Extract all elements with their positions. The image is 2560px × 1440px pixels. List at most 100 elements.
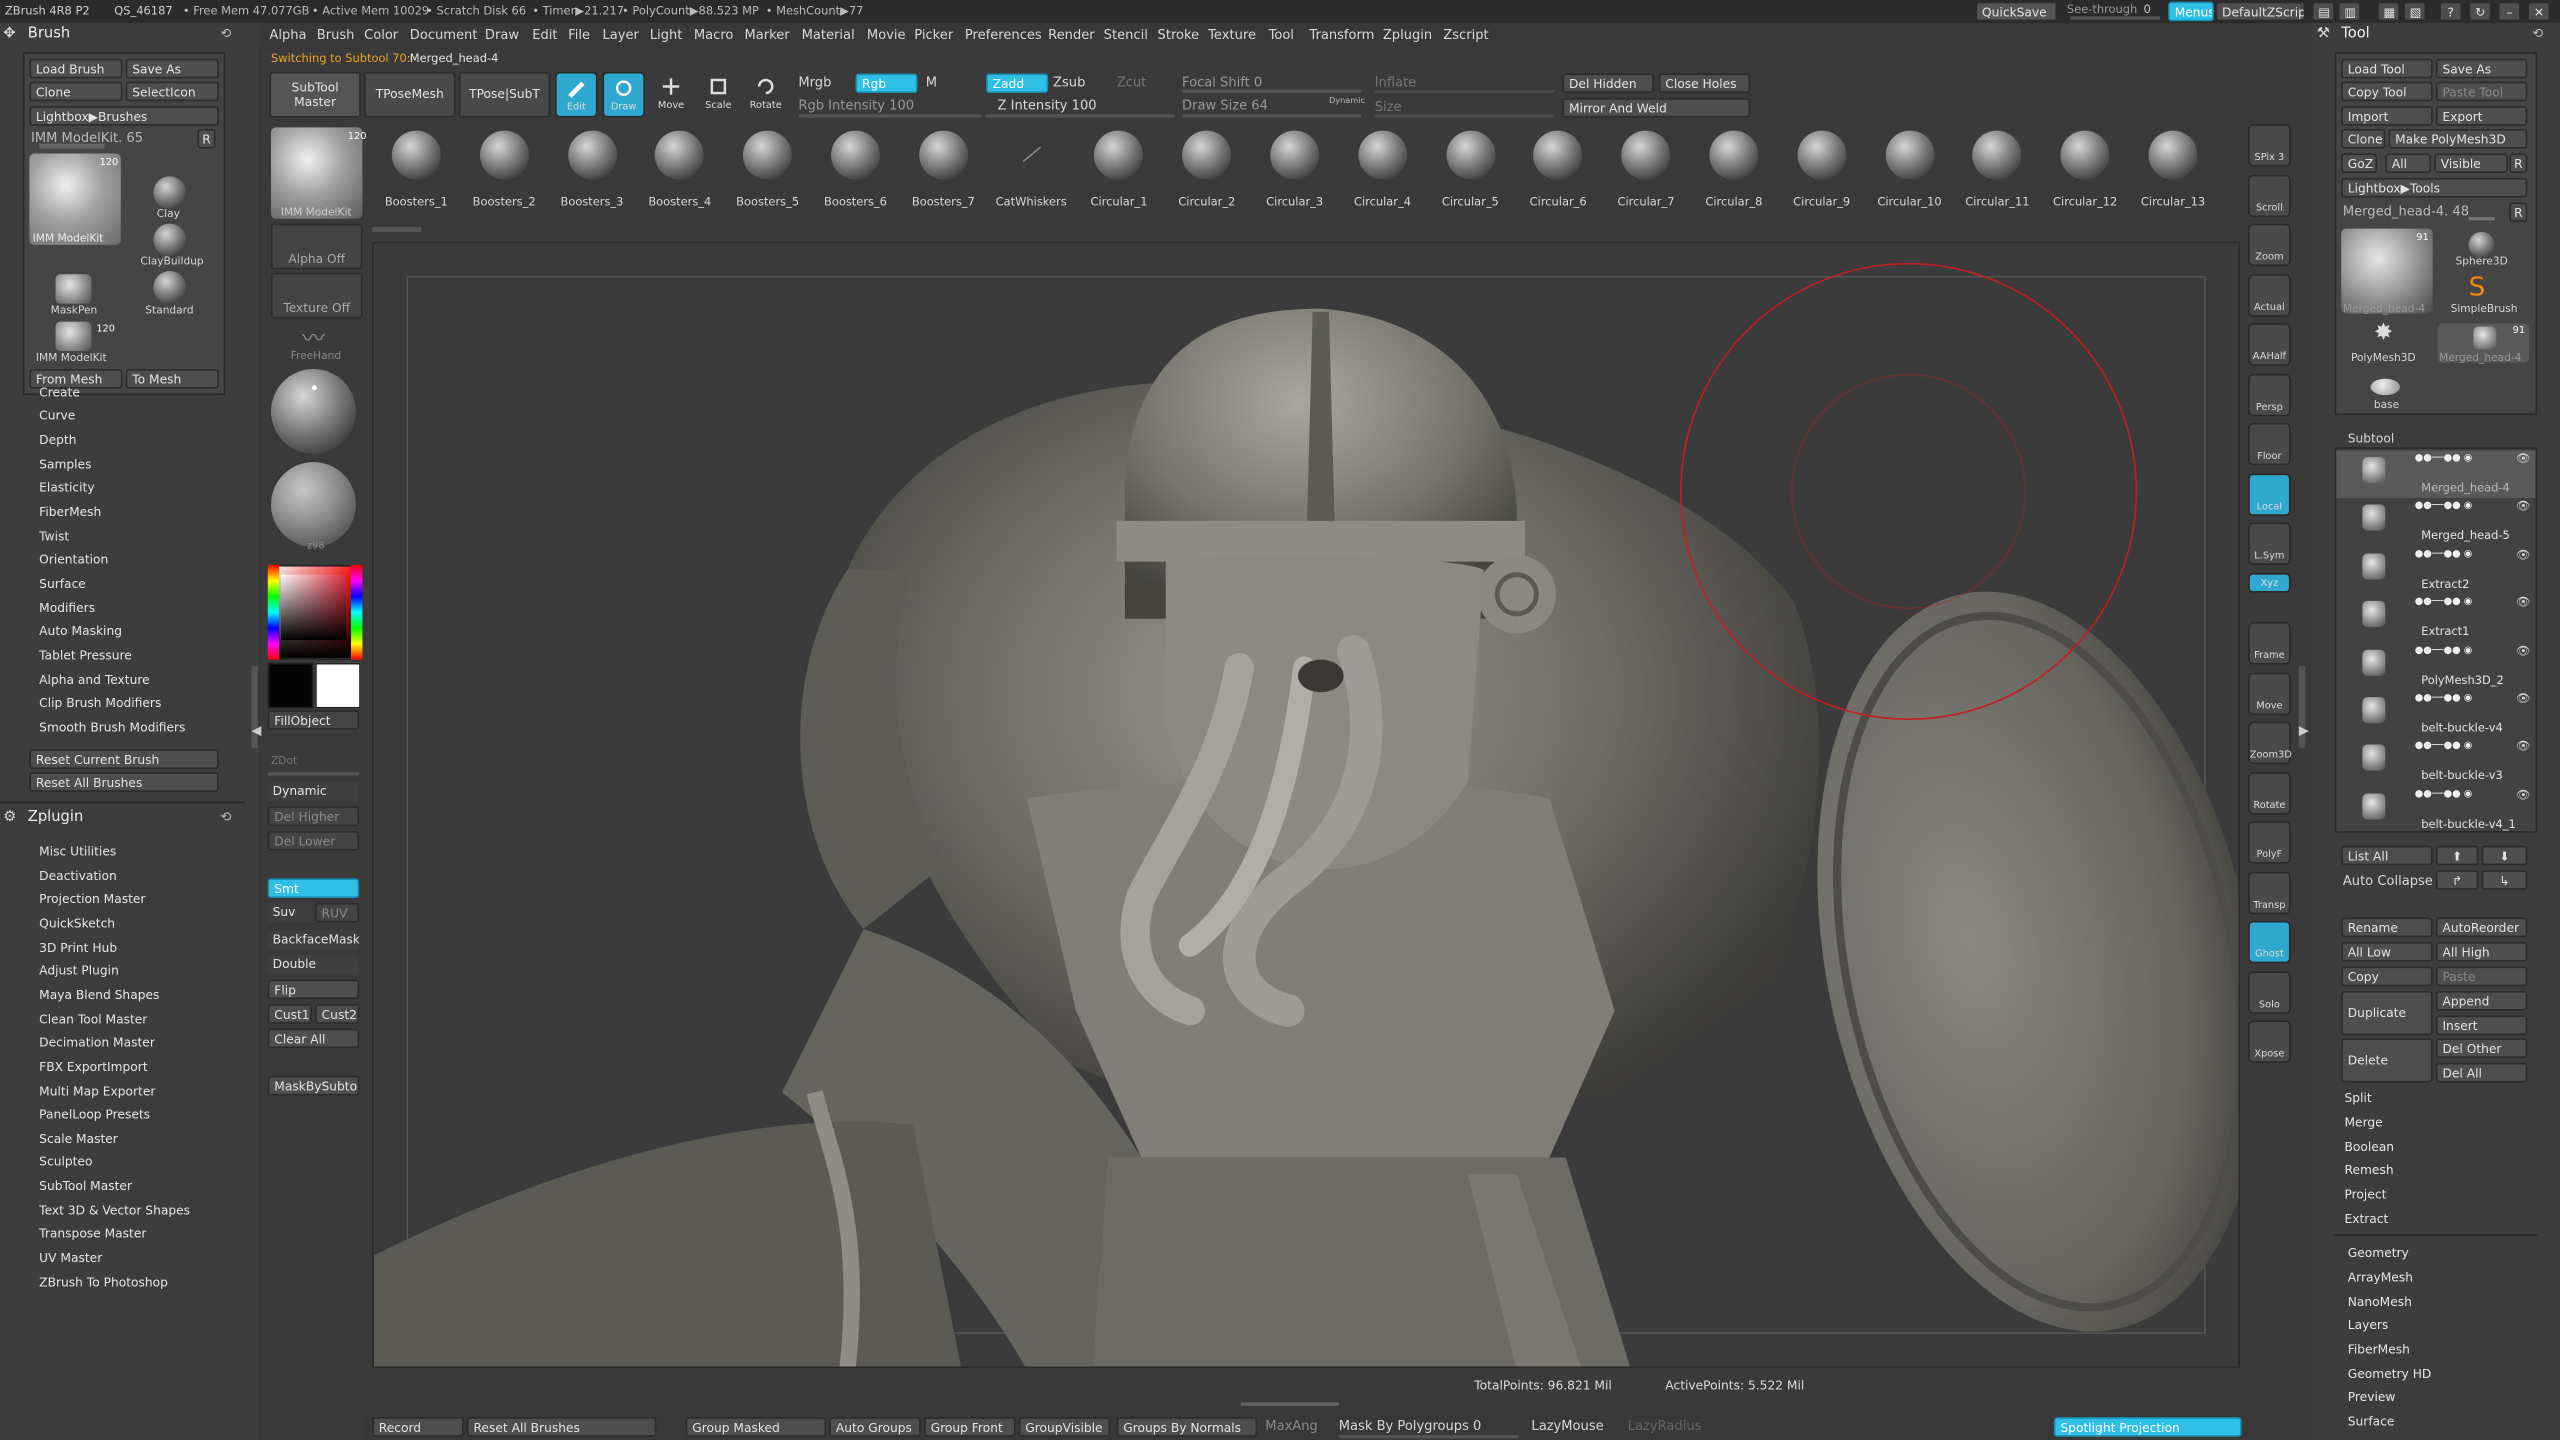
brush-catwhiskers-icon[interactable]	[1021, 146, 1041, 163]
autoreorder-button[interactable]: AutoReorder	[2435, 917, 2528, 938]
lazymouse-toggle[interactable]: LazyMouse	[1531, 1419, 1603, 1434]
clay-brush-icon[interactable]	[153, 176, 187, 209]
geometry-section[interactable]: Geometry	[2348, 1246, 2409, 1261]
section-modifiers[interactable]: Modifiers	[39, 601, 95, 616]
mirror-weld-button[interactable]: Mirror And Weld	[1562, 97, 1751, 118]
brush-circular-2-icon[interactable]	[1182, 130, 1232, 180]
plugin-text-3d-vector-shapes[interactable]: Text 3D & Vector Shapes	[39, 1203, 190, 1218]
view-solo-button[interactable]: Solo	[2248, 970, 2291, 1014]
del-hidden-button[interactable]: Del Hidden	[1562, 73, 1654, 94]
secondary-color-swatch[interactable]	[315, 662, 361, 709]
group-front-button[interactable]: Group Front	[924, 1417, 1016, 1437]
menu-file[interactable]: File	[568, 28, 590, 43]
view-zoom3d-button[interactable]: Zoom3D	[2248, 721, 2292, 765]
list-all-button[interactable]: List All	[2341, 845, 2433, 866]
viewport-canvas[interactable]	[372, 241, 2240, 1369]
make-polymesh-button[interactable]: Make PolyMesh3D	[2388, 128, 2528, 149]
imm-slider[interactable]	[39, 143, 105, 149]
menu-document[interactable]: Document	[410, 28, 478, 43]
bottom-shelf-scroll[interactable]	[1240, 1402, 1339, 1406]
hue-strip-right[interactable]	[351, 564, 363, 660]
eye-icon[interactable]: 👁	[2516, 644, 2531, 657]
menu-macro[interactable]: Macro	[694, 28, 734, 43]
subtool-row[interactable]: ●●──●● ◉ belt-buckle-v4_1 👁	[2336, 787, 2535, 834]
plugin-zbrush-to-photoshop[interactable]: ZBrush To Photoshop	[39, 1275, 168, 1290]
sv-square[interactable]	[280, 574, 347, 640]
menu-movie[interactable]: Movie	[867, 28, 906, 43]
brush-boosters-4-icon[interactable]	[655, 130, 705, 180]
subtool-toggle-icons[interactable]: ●●──●● ◉	[2415, 644, 2473, 655]
view-l-sym-button[interactable]: L.Sym	[2248, 522, 2291, 565]
backface-mask-button[interactable]: BackfaceMask	[267, 930, 360, 951]
zplugin-pin-icon[interactable]: ⟲	[220, 810, 231, 825]
z-intensity-track[interactable]	[986, 114, 1174, 118]
view-rotate-button[interactable]: Rotate	[2248, 771, 2291, 814]
section-twist[interactable]: Twist	[39, 529, 69, 544]
seethrough-slider[interactable]	[2070, 16, 2160, 20]
eye-icon[interactable]: 👁	[2516, 692, 2531, 705]
mask-by-subtool-button[interactable]: MaskBySubtool	[267, 1075, 360, 1096]
draw-size-track[interactable]	[1182, 114, 1362, 118]
tposemesh-button[interactable]: TPoseMesh	[364, 71, 456, 118]
view-xyz-button[interactable]: Xyz	[2248, 572, 2291, 592]
section-clip-brush-modifiers[interactable]: Clip Brush Modifiers	[39, 696, 161, 711]
plugin-deactivation[interactable]: Deactivation	[39, 868, 117, 883]
menu-light[interactable]: Light	[650, 28, 683, 43]
visible-button[interactable]: Visible	[2434, 153, 2508, 174]
menus-button[interactable]: Menus	[2168, 1, 2214, 22]
eye-icon[interactable]: 👁	[2516, 740, 2531, 753]
brush-boosters-1-icon[interactable]	[391, 130, 441, 180]
plugin-subtool-master[interactable]: SubTool Master	[39, 1179, 132, 1194]
plugin-fbx-exportimport[interactable]: FBX ExportImport	[39, 1059, 147, 1074]
section-depth[interactable]: Depth	[39, 433, 76, 448]
brush-circular-9-icon[interactable]	[1797, 130, 1847, 180]
paste-button[interactable]: Paste	[2435, 966, 2528, 987]
zplugin-panel-title[interactable]: Zplugin	[28, 810, 84, 826]
export-button[interactable]: Export	[2435, 106, 2528, 126]
menu-layer[interactable]: Layer	[602, 28, 638, 43]
matcap-sphere[interactable]	[271, 462, 356, 547]
focal-shift-slider[interactable]: Focal Shift 0	[1182, 75, 1262, 90]
auto-groups-button[interactable]: Auto Groups	[829, 1417, 921, 1437]
tool-r2-button[interactable]: R	[2509, 202, 2528, 223]
menu-zplugin[interactable]: Zplugin	[1383, 28, 1432, 43]
standard-brush-icon[interactable]	[153, 271, 187, 304]
menu-brush[interactable]: Brush	[317, 28, 355, 43]
brush-circular-7-icon[interactable]	[1621, 130, 1671, 180]
eye-icon[interactable]: 👁	[2516, 788, 2531, 801]
plugin-panelloop-presets[interactable]: PanelLoop Presets	[39, 1107, 150, 1122]
brush-circular-6-icon[interactable]	[1533, 130, 1583, 180]
menu-material[interactable]: Material	[802, 28, 855, 43]
record-button[interactable]: Record	[372, 1417, 464, 1437]
arrow-down-right-icon[interactable]: ↳	[2481, 870, 2528, 890]
brush-circular-8-icon[interactable]	[1709, 130, 1759, 180]
menu-edit[interactable]: Edit	[532, 28, 557, 43]
section-alpha-texture[interactable]: Alpha and Texture	[39, 673, 149, 688]
subtool-toggle-icons[interactable]: ●●──●● ◉	[2415, 740, 2473, 751]
all-low-button[interactable]: All Low	[2341, 942, 2433, 962]
layout4-icon[interactable]: ▧	[2403, 1, 2427, 22]
boolean-section[interactable]: Boolean	[2344, 1140, 2394, 1155]
nanomesh-section[interactable]: NanoMesh	[2348, 1295, 2412, 1310]
maskpen-brush-icon[interactable]	[55, 274, 92, 304]
subtool-row[interactable]: ●●──●● ◉ belt-buckle-v3 👁	[2336, 739, 2535, 786]
view-polyf-button[interactable]: PolyF	[2248, 821, 2291, 864]
imm-modelkit-small-thumb[interactable]	[55, 321, 92, 352]
brush-boosters-3-icon[interactable]	[567, 130, 617, 180]
rgb-button[interactable]: Rgb	[855, 73, 918, 94]
plugin-scale-master[interactable]: Scale Master	[39, 1131, 118, 1146]
brush-circular-13-icon[interactable]	[2148, 130, 2198, 180]
view-scroll-button[interactable]: Scroll	[2248, 173, 2291, 217]
inflate-track[interactable]	[1374, 89, 1555, 94]
surface-section[interactable]: Surface	[2348, 1414, 2395, 1429]
shelf-scroll[interactable]	[372, 226, 422, 232]
move-up-icon[interactable]: ⬆	[2435, 845, 2479, 866]
plugin-multi-map-exporter[interactable]: Multi Map Exporter	[39, 1083, 155, 1098]
brush-circular-3-icon[interactable]	[1270, 130, 1320, 180]
ruv-button[interactable]: RUV	[315, 902, 360, 923]
lightbox-tools-button[interactable]: Lightbox▶Tools	[2341, 177, 2528, 198]
inflate-slider[interactable]: Inflate	[1375, 75, 1417, 90]
menu-tool[interactable]: Tool	[1269, 28, 1294, 43]
fibermesh-section[interactable]: FiberMesh	[2348, 1342, 2410, 1357]
menu-zscript[interactable]: Zscript	[1443, 28, 1488, 43]
